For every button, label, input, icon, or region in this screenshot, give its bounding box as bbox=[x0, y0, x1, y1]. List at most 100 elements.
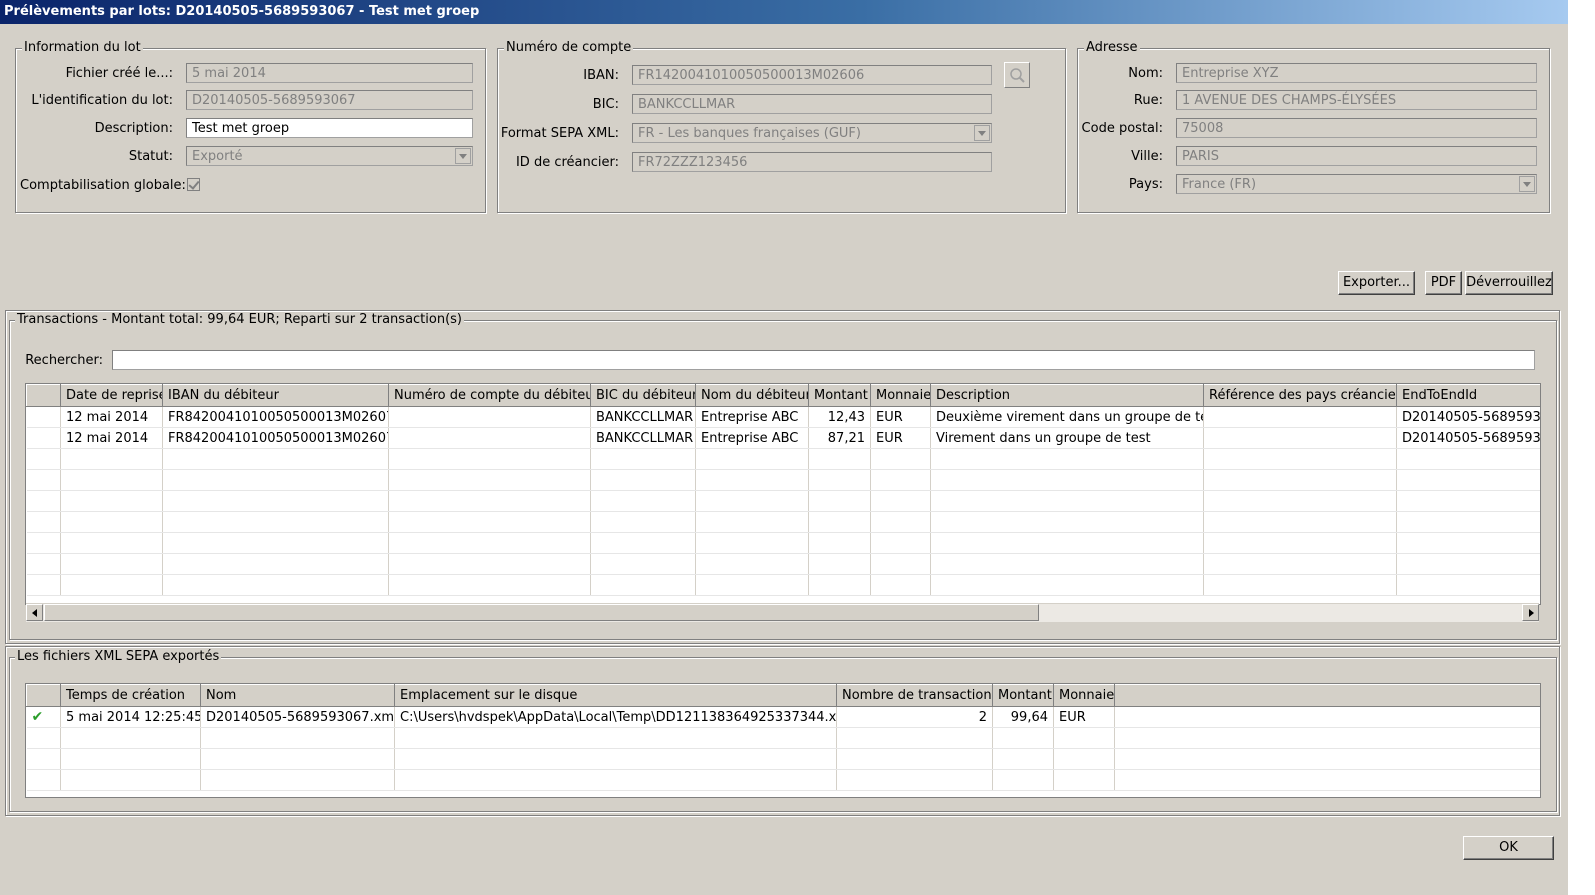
iban-search-button[interactable] bbox=[1004, 62, 1030, 88]
ex-col-header[interactable]: Nombre de transactions bbox=[836, 684, 993, 707]
ex-col-header[interactable]: Nom bbox=[200, 684, 395, 707]
table-cell bbox=[1396, 511, 1540, 533]
ex-col-header[interactable]: Montant bbox=[992, 684, 1054, 707]
table-row[interactable]: 12 mai 2014 FR8420041010050500013M02607 BA… bbox=[26, 427, 1540, 449]
table-cell bbox=[836, 769, 993, 791]
table-cell bbox=[870, 532, 931, 554]
table-cell: Entreprise ABC bbox=[695, 406, 809, 428]
ok-button[interactable]: OK bbox=[1463, 836, 1554, 860]
tx-col-header[interactable] bbox=[26, 384, 61, 407]
tx-col-header[interactable]: IBAN du débiteur bbox=[162, 384, 389, 407]
bic-field[interactable]: BANKCCLLMAR bbox=[632, 94, 992, 114]
table-row[interactable] bbox=[26, 748, 1540, 770]
table-cell bbox=[590, 469, 696, 491]
transactions-table[interactable]: Date de reprise IBAN du débiteur Numéro de… bbox=[25, 383, 1541, 605]
scroll-left-button[interactable] bbox=[26, 604, 43, 621]
table-row[interactable] bbox=[26, 574, 1540, 596]
table-row[interactable] bbox=[26, 532, 1540, 554]
ex-col-header[interactable] bbox=[1114, 684, 1540, 707]
table-row[interactable] bbox=[26, 469, 1540, 491]
ex-col-header[interactable]: Temps de création bbox=[60, 684, 201, 707]
tx-col-header[interactable]: BIC du débiteur bbox=[590, 384, 696, 407]
street-field[interactable]: 1 AVENUE DES CHAMPS-ÉLYSÉES bbox=[1176, 90, 1537, 110]
table-cell bbox=[1203, 406, 1397, 428]
tx-col-header[interactable]: Date de reprise bbox=[60, 384, 163, 407]
lot-id-field[interactable]: D20140505-5689593067 bbox=[186, 90, 473, 110]
table-cell bbox=[870, 511, 931, 533]
country-value: France (FR) bbox=[1182, 177, 1257, 192]
table-row[interactable] bbox=[26, 490, 1540, 512]
table-cell bbox=[1396, 574, 1540, 596]
tx-col-header[interactable]: Description bbox=[930, 384, 1204, 407]
city-field[interactable]: PARIS bbox=[1176, 146, 1537, 166]
table-row[interactable] bbox=[26, 727, 1540, 749]
table-row[interactable]: 12 mai 2014 FR8420041010050500013M02607 BA… bbox=[26, 406, 1540, 428]
table-cell bbox=[26, 553, 61, 575]
table-row[interactable] bbox=[26, 511, 1540, 533]
table-cell bbox=[60, 748, 201, 770]
table-cell bbox=[870, 490, 931, 512]
table-row[interactable] bbox=[26, 553, 1540, 575]
ex-col-header[interactable]: Monnaie bbox=[1053, 684, 1115, 707]
table-cell bbox=[162, 532, 389, 554]
table-cell bbox=[808, 511, 871, 533]
check-icon: ✔ bbox=[26, 706, 61, 728]
search-input[interactable] bbox=[112, 350, 1535, 370]
transactions-hscrollbar[interactable] bbox=[26, 603, 1539, 622]
table-cell bbox=[388, 574, 591, 596]
exported-table[interactable]: Temps de création Nom Emplacement sur le d… bbox=[25, 683, 1541, 798]
table-cell bbox=[1203, 553, 1397, 575]
created-field[interactable]: 5 mai 2014 bbox=[186, 63, 473, 83]
name-field[interactable]: Entreprise XYZ bbox=[1176, 63, 1537, 83]
global-accounting-checkbox[interactable] bbox=[187, 178, 200, 191]
exported-body: ✔ 5 mai 2014 12:25:45 D20140505-5689593067… bbox=[26, 706, 1540, 791]
status-dropdown-icon[interactable] bbox=[455, 148, 471, 164]
search-icon bbox=[1010, 68, 1025, 83]
table-cell bbox=[808, 490, 871, 512]
table-cell bbox=[162, 469, 389, 491]
name-label: Nom: bbox=[1128, 66, 1163, 81]
address-legend: Adresse bbox=[1084, 40, 1140, 55]
table-cell bbox=[836, 727, 993, 749]
ex-col-header[interactable]: Emplacement sur le disque bbox=[394, 684, 837, 707]
table-row[interactable] bbox=[26, 448, 1540, 470]
tx-col-header[interactable]: Monnaie bbox=[870, 384, 931, 407]
ex-col-header[interactable] bbox=[26, 684, 61, 707]
sepa-format-dropdown-icon[interactable] bbox=[974, 125, 990, 141]
scroll-right-button[interactable] bbox=[1522, 604, 1539, 621]
tx-col-header[interactable]: EndToEndId bbox=[1396, 384, 1540, 407]
table-cell bbox=[992, 769, 1054, 791]
transactions-header: Date de reprise IBAN du débiteur Numéro de… bbox=[26, 384, 1540, 407]
table-cell: Deuxième virement dans un groupe de test bbox=[930, 406, 1204, 428]
table-cell bbox=[808, 532, 871, 554]
table-cell bbox=[26, 532, 61, 554]
table-row[interactable] bbox=[26, 769, 1540, 791]
scroll-thumb[interactable] bbox=[44, 604, 1039, 621]
table-cell bbox=[1396, 532, 1540, 554]
table-cell bbox=[870, 448, 931, 470]
tx-col-header[interactable]: Numéro de compte du débiteur bbox=[388, 384, 591, 407]
status-select[interactable]: Exporté bbox=[186, 146, 473, 166]
description-field[interactable]: Test met groep bbox=[186, 118, 473, 138]
tx-col-header[interactable]: Montant bbox=[808, 384, 871, 407]
pdf-button[interactable]: PDF bbox=[1425, 271, 1462, 295]
outside-area bbox=[1568, 0, 1595, 895]
country-select[interactable]: France (FR) bbox=[1176, 174, 1537, 194]
table-cell: D20140505-5689593067.xml bbox=[200, 706, 395, 728]
table-cell bbox=[200, 727, 395, 749]
description-label: Description: bbox=[94, 121, 173, 136]
unlock-button[interactable]: Déverrouillez bbox=[1465, 271, 1553, 295]
country-dropdown-icon[interactable] bbox=[1519, 176, 1535, 192]
table-row[interactable]: ✔ 5 mai 2014 12:25:45 D20140505-5689593067… bbox=[26, 706, 1540, 728]
table-cell bbox=[26, 490, 61, 512]
iban-field[interactable]: FR1420041010050500013M02606 bbox=[632, 65, 992, 85]
creditor-id-field[interactable]: FR72ZZZ123456 bbox=[632, 152, 992, 172]
export-button[interactable]: Exporter... bbox=[1338, 271, 1415, 295]
tx-col-header[interactable]: Référence des pays créanciers bbox=[1203, 384, 1397, 407]
table-cell bbox=[870, 574, 931, 596]
sepa-format-select[interactable]: FR - Les banques françaises (GUF) bbox=[632, 123, 992, 143]
postal-code-field[interactable]: 75008 bbox=[1176, 118, 1537, 138]
tx-col-header[interactable]: Nom du débiteur bbox=[695, 384, 809, 407]
table-cell bbox=[388, 406, 591, 428]
title-bar: Prélèvements par lots: D20140505-5689593… bbox=[0, 0, 1568, 24]
